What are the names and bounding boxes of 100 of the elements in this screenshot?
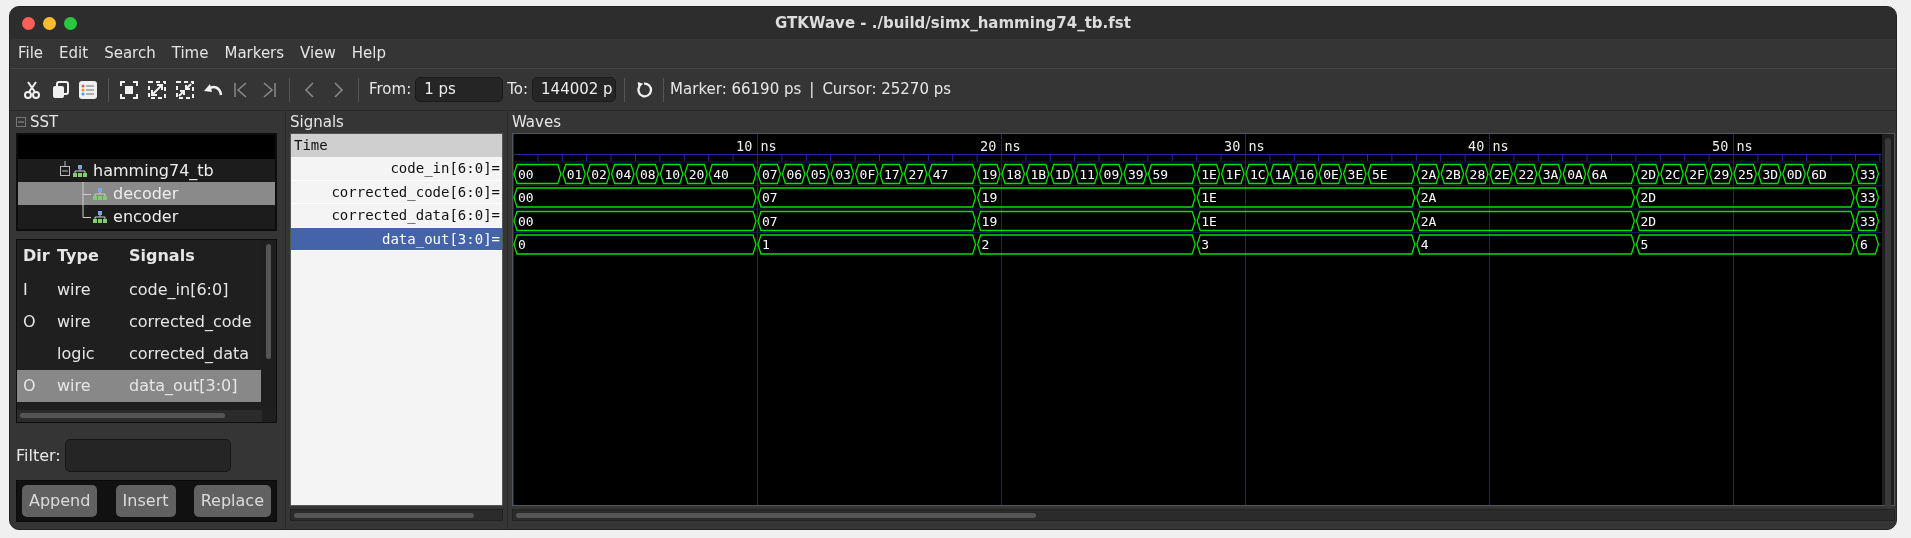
wave-value: 1D: [1054, 166, 1071, 182]
wave-value: 0D: [1786, 166, 1803, 182]
wave-value: 2D: [1640, 166, 1657, 182]
input-field[interactable]: 1 ps: [415, 77, 504, 102]
action-button[interactable]: Insert: [115, 485, 176, 517]
action-button[interactable]: Replace: [193, 485, 271, 517]
wave-value: 1C: [1250, 166, 1266, 182]
hierarchy-icon: [72, 163, 88, 178]
wave-value: 0F: [859, 166, 876, 182]
wave-value: 0A: [1567, 166, 1583, 182]
wave-value: 33: [1860, 166, 1876, 182]
maximize-button[interactable]: [64, 17, 77, 30]
wave-value: 6D: [1811, 166, 1827, 182]
wave-value: 5E: [1372, 166, 1388, 182]
separator-text: |: [809, 79, 815, 101]
minimize-button[interactable]: [43, 17, 56, 30]
wave-value: 00: [518, 190, 534, 206]
menu-item[interactable]: Search: [104, 42, 156, 65]
wave-value: 6: [1860, 237, 1868, 253]
action-button[interactable]: Append: [22, 485, 98, 517]
wave-value: 3E: [1347, 166, 1364, 182]
hierarchy-icon: [92, 209, 108, 224]
filter-label: Filter:: [16, 444, 61, 467]
table-row[interactable]: logic corrected_data: [17, 338, 261, 370]
wave-value: 11: [1079, 166, 1095, 182]
wave-value: 1E: [1201, 166, 1217, 182]
time-label: 50 ns: [1712, 138, 1753, 154]
wave-value: 16: [1298, 166, 1315, 182]
table-row[interactable]: I wire code_in[6:0]: [17, 274, 261, 306]
filter-field[interactable]: [64, 439, 231, 472]
wave-value: 00: [518, 166, 534, 182]
panel-title: Signals: [290, 112, 345, 133]
wave-value: 3A: [1542, 166, 1559, 182]
menu-item[interactable]: File: [18, 42, 44, 65]
wave-value: 0: [518, 237, 526, 253]
wave-value: 04: [615, 166, 632, 182]
wave-value: 2A: [1420, 190, 1437, 206]
signal-name[interactable]: corrected_data[6:0]=: [291, 204, 502, 228]
signal-name[interactable]: data_out[3:0]=: [291, 227, 502, 251]
scrollbar[interactable]: [512, 509, 1895, 521]
scrollbar[interactable]: [290, 509, 503, 521]
menu-item[interactable]: Edit: [59, 42, 89, 65]
wave-value: 03: [835, 166, 851, 182]
scrollbar[interactable]: [1882, 134, 1894, 505]
wave-value: 09: [1103, 166, 1120, 182]
field-label: From:: [369, 79, 412, 101]
wave-value: 02: [591, 166, 607, 182]
wave-value: 18: [1006, 166, 1022, 182]
signal-name[interactable]: code_in[6:0]=: [291, 157, 502, 181]
signal-name[interactable]: corrected_code[6:0]=: [291, 180, 502, 204]
wave-value: 1B: [1030, 166, 1047, 182]
menu-item[interactable]: Time: [171, 42, 209, 65]
wave-value: 2A: [1420, 213, 1437, 229]
wave-value: 22: [1518, 166, 1535, 182]
tree-item[interactable]: encoder: [18, 205, 275, 228]
wave-value: 20: [688, 166, 705, 182]
wave-value: 00: [518, 213, 534, 229]
hierarchy-icon: [92, 186, 108, 201]
wave-value: 2D: [1640, 190, 1657, 206]
wave-value: 06: [786, 166, 803, 182]
column-header: Time: [291, 134, 502, 157]
time-label: 40 ns: [1468, 138, 1509, 154]
wave-value: 59: [1152, 166, 1169, 182]
menu-item[interactable]: Markers: [224, 42, 285, 65]
menu-item[interactable]: View: [300, 42, 336, 65]
wave-value: 2: [981, 237, 990, 253]
time-label: 20 ns: [980, 138, 1021, 154]
wave-value: 40: [713, 166, 729, 182]
table-row[interactable]: O wire corrected_code: [17, 306, 261, 338]
wave-value: 07: [762, 166, 778, 182]
wave-value: 1E: [1201, 213, 1217, 229]
wave-value: 4: [1420, 237, 1429, 253]
window-title: GTKWave - ./build/simx_hamming74_tb.fst: [775, 12, 1131, 34]
wave-value: 27: [908, 166, 925, 182]
wave-value: 2D: [1640, 213, 1657, 229]
column-header: Signals: [129, 245, 195, 267]
wave-value: 0E: [1323, 166, 1339, 182]
scrollbar[interactable]: [17, 410, 262, 422]
menu-item[interactable]: Help: [351, 42, 386, 65]
close-button[interactable]: [22, 17, 35, 30]
time-label: 30 ns: [1224, 138, 1265, 154]
wave-value: 2B: [1445, 166, 1461, 182]
wave-value: 1A: [1274, 166, 1291, 182]
column-header: Dir: [22, 245, 51, 267]
wave-value: 39: [1128, 166, 1144, 182]
wave-value: 19: [981, 213, 998, 229]
input-field[interactable]: 144002 p: [532, 77, 617, 102]
wave-value: 1E: [1201, 190, 1217, 206]
wave-value: 3D: [1762, 166, 1779, 182]
tree-item[interactable]: hamming74_tb: [18, 159, 275, 182]
field-label: To:: [507, 79, 529, 101]
wave-value: 28: [1469, 166, 1486, 182]
wave-value: 01: [566, 166, 583, 182]
wave-value: 25: [1738, 166, 1754, 182]
wave-value: 33: [1860, 190, 1876, 206]
wave-value: 10: [664, 166, 681, 182]
wave-value: 2C: [1664, 166, 1681, 182]
wave-value: 1F: [1225, 166, 1242, 182]
wave-value: 2E: [1494, 166, 1510, 182]
status-text: Marker: 66190 ps: [670, 79, 802, 101]
